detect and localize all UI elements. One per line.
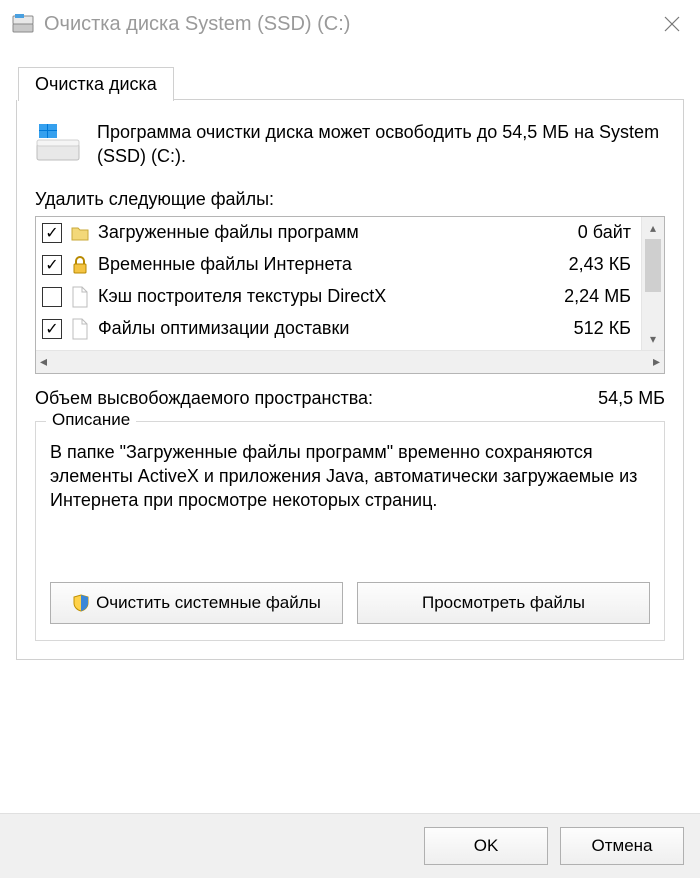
intro: Программа очистки диска может освободить… <box>35 120 665 169</box>
space-label: Объем высвобождаемого пространства: <box>35 388 373 409</box>
ok-button[interactable]: OK <box>424 827 548 865</box>
checkbox[interactable]: ✓ <box>42 223 62 243</box>
scroll-left-icon[interactable]: ◂ <box>40 353 47 370</box>
tab-panel: Программа очистки диска может освободить… <box>16 100 684 660</box>
cancel-button[interactable]: Отмена <box>560 827 684 865</box>
lock-icon <box>70 253 90 277</box>
file-size: 512 КБ <box>541 318 641 339</box>
checkbox[interactable]: ✓ <box>42 319 62 339</box>
scroll-up-icon[interactable]: ▴ <box>642 217 664 239</box>
tab-strip: Очистка диска <box>18 64 684 100</box>
body: Очистка диска Программа очистки дис <box>0 48 700 813</box>
description-text: В папке "Загруженные файлы программ" вре… <box>50 440 650 513</box>
scroll-right-icon[interactable]: ▸ <box>653 353 660 370</box>
file-row[interactable]: ✓ Временные файлы Интернета2,43 КБ <box>36 249 641 281</box>
window-title: Очистка диска System (SSD) (C:) <box>44 13 644 36</box>
vertical-scrollbar[interactable]: ▴ ▾ <box>641 217 664 350</box>
file-icon <box>70 317 90 341</box>
file-icon <box>70 285 90 309</box>
titlebar: Очистка диска System (SSD) (C:) <box>0 0 700 48</box>
file-size: 2,24 МБ <box>541 286 641 307</box>
disk-cleanup-icon <box>12 13 34 35</box>
view-files-button[interactable]: Просмотреть файлы <box>357 582 650 624</box>
close-button[interactable] <box>644 0 700 48</box>
file-size: 0 байт <box>541 222 641 243</box>
scroll-down-icon[interactable]: ▾ <box>642 328 664 350</box>
disk-cleanup-window: Очистка диска System (SSD) (C:) Очистка … <box>0 0 700 878</box>
file-row[interactable]: Кэш построителя текстуры DirectX2,24 МБ <box>36 281 641 313</box>
view-files-label: Просмотреть файлы <box>422 593 585 613</box>
checkbox[interactable]: ✓ <box>42 255 62 275</box>
intro-text: Программа очистки диска может освободить… <box>97 120 665 169</box>
space-value: 54,5 МБ <box>598 388 665 409</box>
dialog-footer: OK Отмена <box>0 813 700 878</box>
file-name: Загруженные файлы программ <box>98 222 541 243</box>
file-name: Кэш построителя текстуры DirectX <box>98 286 541 307</box>
scroll-thumb[interactable] <box>645 239 661 292</box>
tab-cleanup[interactable]: Очистка диска <box>18 67 174 101</box>
shield-icon <box>72 594 90 612</box>
drive-icon <box>35 120 81 166</box>
space-line: Объем высвобождаемого пространства: 54,5… <box>35 388 665 409</box>
description-legend: Описание <box>46 410 136 430</box>
clean-system-files-button[interactable]: Очистить системные файлы <box>50 582 343 624</box>
folder-icon <box>70 221 90 245</box>
file-name: Файлы оптимизации доставки <box>98 318 541 339</box>
checkbox[interactable] <box>42 287 62 307</box>
file-size: 2,43 КБ <box>541 254 641 275</box>
file-list: ✓ Загруженные файлы программ0 байт ✓ Времен… <box>35 216 665 374</box>
file-list-label: Удалить следующие файлы: <box>35 189 665 210</box>
file-row[interactable]: ✓ Загруженные файлы программ0 байт <box>36 217 641 249</box>
horizontal-scrollbar[interactable]: ◂ ▸ <box>36 350 664 373</box>
description-box: Описание В папке "Загруженные файлы прог… <box>35 421 665 642</box>
file-row[interactable]: ✓ Файлы оптимизации доставки512 КБ <box>36 313 641 345</box>
file-name: Временные файлы Интернета <box>98 254 541 275</box>
clean-system-files-label: Очистить системные файлы <box>96 593 321 613</box>
